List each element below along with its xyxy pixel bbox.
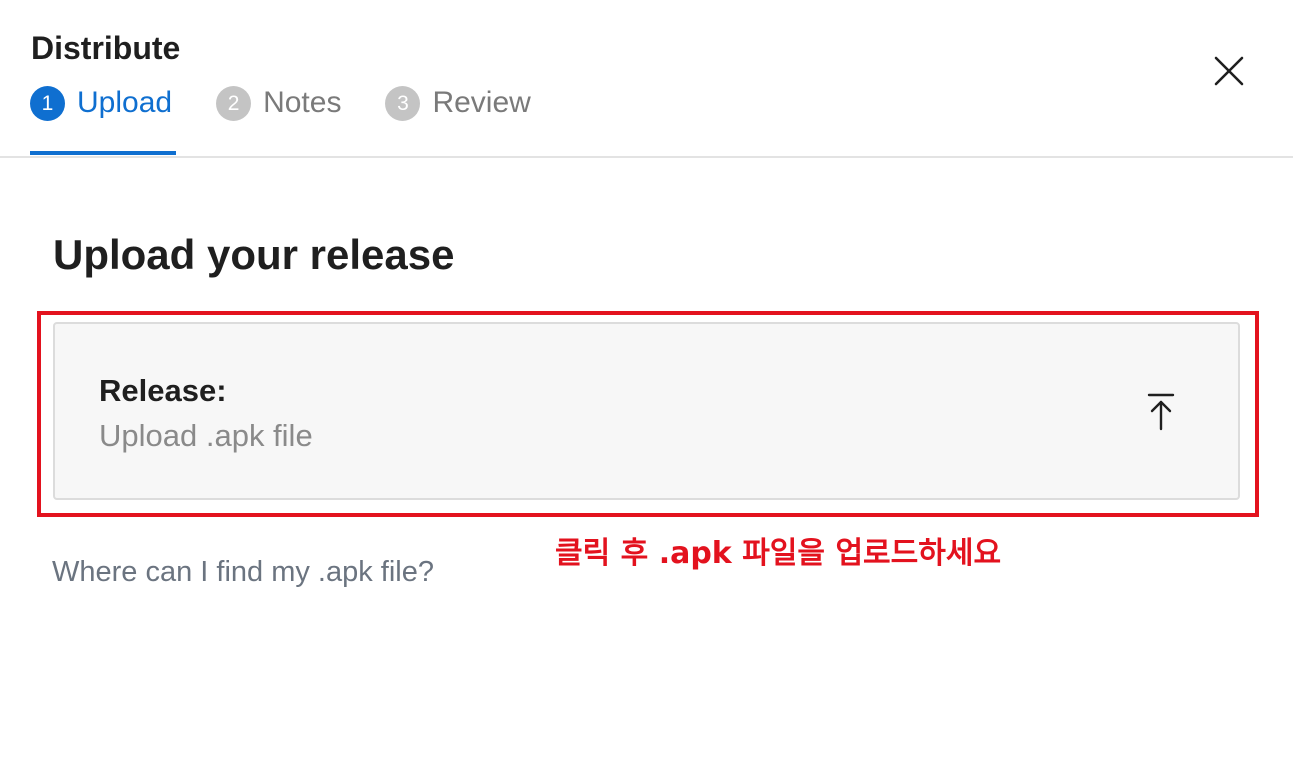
step-label: Upload	[77, 86, 173, 119]
step-label: Notes	[263, 86, 342, 119]
upload-icon	[1147, 393, 1175, 431]
upload-apk-hint: Upload .apk file	[99, 418, 313, 453]
step-number-badge: 2	[216, 85, 252, 121]
upload-release-dropzone[interactable]: Release: Upload .apk file	[53, 322, 1240, 500]
step-tabs: 1 Upload 2 Notes 3 Review	[30, 84, 575, 156]
step-number-badge: 3	[385, 85, 421, 121]
dialog-header: Distribute 1 Upload 2 Notes 3 Review	[0, 0, 1293, 158]
close-icon	[1214, 56, 1244, 86]
release-label: Release:	[99, 373, 227, 408]
close-button[interactable]	[1206, 50, 1250, 94]
distribute-panel: Distribute 1 Upload 2 Notes 3 Review Upl…	[0, 0, 1293, 762]
section-title: Upload your release	[53, 231, 455, 278]
tab-upload[interactable]: 1 Upload	[30, 84, 176, 155]
tab-review[interactable]: 3 Review	[385, 84, 531, 122]
annotation-note: 클릭 후 .apk 파일을 업로드하세요	[555, 536, 1002, 571]
tab-notes[interactable]: 2 Notes	[216, 84, 341, 122]
step-number-badge: 1	[30, 85, 65, 121]
step-label: Review	[432, 86, 531, 119]
dialog-title: Distribute	[31, 30, 181, 66]
active-tab-indicator	[30, 151, 176, 155]
apk-help-link[interactable]: Where can I find my .apk file?	[52, 553, 434, 591]
